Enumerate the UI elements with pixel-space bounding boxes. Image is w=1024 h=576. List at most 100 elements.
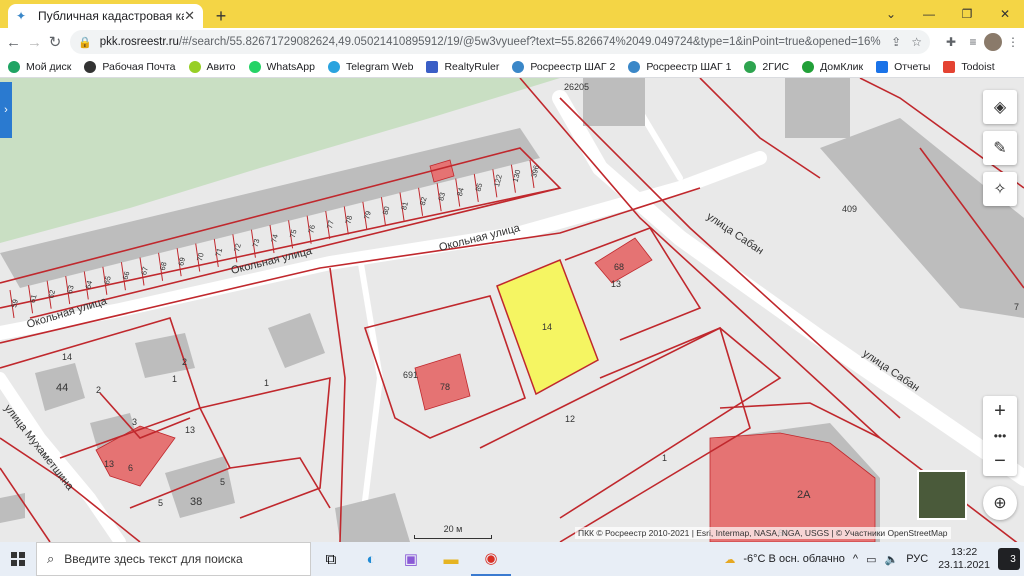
windows-taskbar: ⌕ Введите здесь текст для поиска ⧉ ◐ ▣ ▬… xyxy=(0,542,1024,576)
lot-label: 84 xyxy=(455,187,466,197)
lock-icon[interactable]: 🔒 xyxy=(78,36,92,49)
layers-button[interactable]: ◈ xyxy=(983,90,1017,124)
lot-label: 70 xyxy=(195,252,206,262)
bookmark-item[interactable]: WhatsApp xyxy=(248,60,315,73)
lot-label: 130 xyxy=(511,169,523,183)
lot-label: 68 xyxy=(158,261,169,271)
parcel-label: 13 xyxy=(185,425,195,435)
menu-icon[interactable]: ⋮ xyxy=(1002,31,1024,53)
minimize-button[interactable]: — xyxy=(910,0,948,28)
bookmark-item[interactable]: Рабочая Почта xyxy=(84,60,176,73)
chrome-app[interactable]: ◉ xyxy=(471,542,511,576)
parcel-label: 1 xyxy=(172,374,177,384)
lot-label: 77 xyxy=(325,219,336,229)
forward-button[interactable]: → xyxy=(27,30,42,54)
parcel-label: 14 xyxy=(542,322,552,332)
parcel-label: 5 xyxy=(220,477,225,487)
reload-button[interactable]: ↻ xyxy=(48,30,62,54)
bookmark-item[interactable]: ДомКлик xyxy=(802,60,863,73)
parcel-label: 7 xyxy=(1014,302,1019,312)
address-bar[interactable]: 🔒 pkk.rosreestr.ru/#/search/55.826717290… xyxy=(70,30,930,54)
bookmark-item[interactable]: Росреестр ШАГ 2 xyxy=(512,60,615,73)
new-tab-button[interactable]: + xyxy=(209,4,233,28)
map-canvas[interactable]: Окольная улица Окольная улица Окольная у… xyxy=(0,78,1024,542)
bookmark-item[interactable]: 2ГИС xyxy=(744,60,789,73)
lot-label: 69 xyxy=(176,256,187,266)
globe-icon xyxy=(84,60,97,73)
lot-label: 67 xyxy=(139,266,150,276)
lot-label: 80 xyxy=(381,205,392,215)
scale-label: 20 м xyxy=(443,524,463,534)
clock-date: 23.11.2021 xyxy=(938,559,990,571)
minimap-thumbnail[interactable] xyxy=(917,470,967,520)
chrome-icon: ◉ xyxy=(484,550,498,567)
sidebar-toggle-button[interactable]: › xyxy=(0,82,12,138)
rosreestr-favicon-icon: ✦ xyxy=(16,9,27,23)
clock-time: 13:22 xyxy=(950,546,978,558)
chevron-down-icon[interactable]: ⌄ xyxy=(872,0,910,28)
chevron-up-icon[interactable]: ^ xyxy=(853,553,858,565)
parcel-label: 14 xyxy=(62,352,72,362)
parcel-label: 44 xyxy=(56,382,68,394)
edge-app[interactable]: ◐ xyxy=(351,542,391,576)
cadastral-map[interactable]: Окольная улица Окольная улица Окольная у… xyxy=(0,78,1024,542)
bookmark-star-icon[interactable]: ☆ xyxy=(911,35,922,49)
notifications-button[interactable]: 3 xyxy=(998,548,1020,570)
reading-list-icon[interactable]: ≡ xyxy=(962,31,984,53)
parcel-label: 3 xyxy=(132,417,137,427)
parcel-label: 12 xyxy=(565,414,575,424)
profile-avatar[interactable] xyxy=(984,33,1002,51)
network-icon[interactable]: ▭ xyxy=(866,553,876,566)
bookmark-item[interactable]: Мой диск xyxy=(8,60,71,73)
zoom-out-button[interactable]: − xyxy=(983,446,1017,476)
extensions-icon[interactable]: ✚ xyxy=(940,31,962,53)
lot-label: 71 xyxy=(213,247,224,257)
lot-label: 63 xyxy=(65,284,76,294)
photos-app[interactable]: ▣ xyxy=(391,542,431,576)
zoom-in-button[interactable]: + xyxy=(983,396,1017,426)
lot-label: 76 xyxy=(306,224,317,234)
start-button[interactable] xyxy=(0,542,36,576)
back-button[interactable]: ← xyxy=(6,30,21,54)
share-icon[interactable]: ⇪ xyxy=(891,35,901,49)
edge-icon: ◐ xyxy=(366,550,376,568)
more-button[interactable]: ••• xyxy=(983,426,1017,446)
compass-button[interactable]: ⊕ xyxy=(983,486,1017,520)
toolbar-icons: ✚ ≡ ⋮ xyxy=(940,31,1024,53)
system-tray: ☁ -6°C В осн. облачно ^ ▭ 🔈 РУС 13:22 23… xyxy=(716,542,1024,576)
parcel-label: 2А xyxy=(797,489,811,501)
bookmark-item[interactable]: Telegram Web xyxy=(327,60,413,73)
windows-logo-icon xyxy=(11,552,25,566)
parcel-label: 2 xyxy=(96,385,101,395)
explorer-app[interactable]: ▬ xyxy=(431,542,471,576)
weather-text[interactable]: -6°C В осн. облачно xyxy=(743,553,845,565)
measure-button[interactable]: ✎ xyxy=(983,131,1017,165)
lot-label: 72 xyxy=(232,242,243,252)
parcel-label: 38 xyxy=(190,496,202,508)
taskbar-search[interactable]: ⌕ Введите здесь текст для поиска xyxy=(36,542,311,576)
bookmark-item[interactable]: RealtyRuler xyxy=(426,60,499,73)
language-indicator[interactable]: РУС xyxy=(906,553,928,565)
parcel-label: 691 xyxy=(403,370,418,380)
parcel-label: 5 xyxy=(158,498,163,508)
whatsapp-icon xyxy=(248,60,261,73)
close-window-button[interactable]: ✕ xyxy=(986,0,1024,28)
clock[interactable]: 13:22 23.11.2021 xyxy=(938,546,990,572)
bookmark-item[interactable]: Росреестр ШАГ 1 xyxy=(628,60,731,73)
rosreestr-icon xyxy=(628,60,641,73)
task-view-button[interactable]: ⧉ xyxy=(311,542,351,576)
bookmark-item[interactable]: Авито xyxy=(188,60,236,73)
lot-label: 74 xyxy=(269,233,280,243)
ruler-icon: ✎ xyxy=(993,140,1007,157)
browser-tab[interactable]: ✦ Публичная кадастровая карта ✕ xyxy=(8,4,203,28)
drive-icon xyxy=(8,60,20,73)
locate-button[interactable]: ✧ xyxy=(983,172,1017,206)
tab-close-icon[interactable]: ✕ xyxy=(184,8,195,24)
bookmark-item[interactable]: Todoist xyxy=(943,60,995,73)
bookmark-item[interactable]: Отчеты xyxy=(876,60,930,73)
map-attribution: ПКК © Росреестр 2010-2021 | Esri, Interm… xyxy=(575,527,951,539)
url-text[interactable]: pkk.rosreestr.ru/#/search/55.82671729082… xyxy=(100,36,881,48)
volume-icon[interactable]: 🔈 xyxy=(884,553,898,566)
lot-label: 79 xyxy=(362,210,373,220)
restore-button[interactable]: ❐ xyxy=(948,0,986,28)
